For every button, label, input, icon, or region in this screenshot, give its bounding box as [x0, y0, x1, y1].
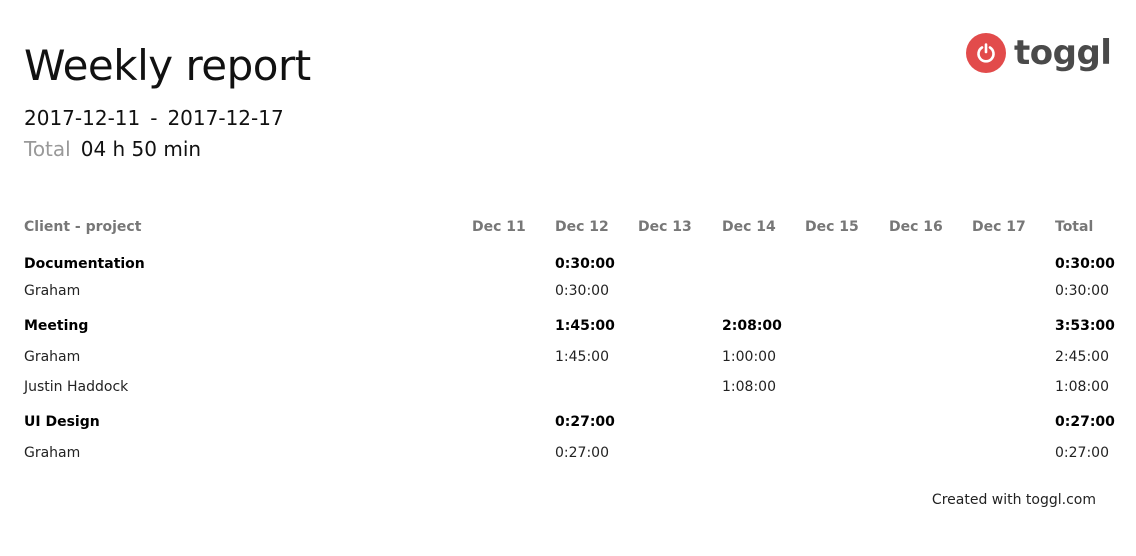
row-total: 0:27:00	[1055, 445, 1109, 461]
member-name: Graham	[24, 349, 81, 365]
project-group-row: Documentation 0:30:00 0:30:00	[24, 244, 1115, 274]
project-group-row: Meeting 1:45:00 2:08:00 3:53:00	[24, 306, 1115, 336]
member-row: Justin Haddock 1:08:00 1:08:00	[24, 370, 1114, 402]
day-time: 2:08:00	[722, 317, 782, 334]
project-name: Meeting	[24, 317, 89, 334]
total-value: 04 h 50 min	[80, 137, 202, 161]
day-time: 0:27:00	[555, 445, 609, 461]
table-header: Client - project Dec 11 Dec 12 Dec 13 De…	[24, 214, 1114, 244]
brand-name: toggl	[1014, 33, 1112, 73]
page-title: Weekly report	[24, 41, 311, 90]
weekly-report-table: Client - project Dec 11 Dec 12 Dec 13 De…	[24, 214, 1115, 466]
power-icon	[966, 33, 1006, 73]
total-label: Total	[24, 137, 71, 161]
header-day: Dec 12	[555, 219, 609, 235]
row-total: 0:27:00	[1055, 413, 1115, 430]
header-day: Dec 14	[722, 219, 776, 235]
row-total: 3:53:00	[1055, 317, 1115, 334]
row-total: 0:30:00	[1055, 255, 1115, 272]
day-time: 0:30:00	[555, 283, 609, 299]
day-time: 1:45:00	[555, 349, 609, 365]
project-name: UI Design	[24, 413, 100, 430]
footer-credit: Created with toggl.com	[931, 492, 1096, 508]
header-day: Dec 16	[889, 219, 943, 235]
day-time: 1:45:00	[555, 317, 615, 334]
header-day: Dec 15	[805, 219, 859, 235]
toggl-logo: toggl	[966, 33, 1112, 73]
date-start: 2017-12-11	[24, 106, 141, 130]
row-total: 2:45:00	[1055, 349, 1109, 365]
project-name: Documentation	[24, 255, 145, 272]
header-day: Dec 11	[472, 219, 526, 235]
header-client-project: Client - project	[24, 219, 142, 235]
row-total: 1:08:00	[1055, 379, 1109, 395]
member-row: Graham 1:45:00 1:00:00 2:45:00	[24, 336, 1114, 370]
day-time: 0:27:00	[555, 413, 615, 430]
header-day: Dec 13	[638, 219, 692, 235]
date-separator: -	[150, 106, 158, 130]
member-row: Graham 0:27:00 0:27:00	[24, 432, 1114, 466]
header-day: Dec 17	[972, 219, 1026, 235]
member-row: Graham 0:30:00 0:30:00	[24, 274, 1114, 306]
day-time: 1:00:00	[722, 349, 776, 365]
date-end: 2017-12-17	[167, 106, 284, 130]
member-name: Graham	[24, 445, 81, 461]
row-total: 0:30:00	[1055, 283, 1109, 299]
date-range: 2017-12-11-2017-12-17	[24, 104, 284, 132]
project-group-row: UI Design 0:27:00 0:27:00	[24, 402, 1115, 432]
day-time: 0:30:00	[555, 255, 615, 272]
header-total: Total	[1055, 219, 1094, 235]
report-total: Total 04 h 50 min	[24, 135, 201, 163]
day-time: 1:08:00	[722, 379, 776, 395]
member-name: Justin Haddock	[24, 379, 129, 395]
member-name: Graham	[24, 283, 81, 299]
